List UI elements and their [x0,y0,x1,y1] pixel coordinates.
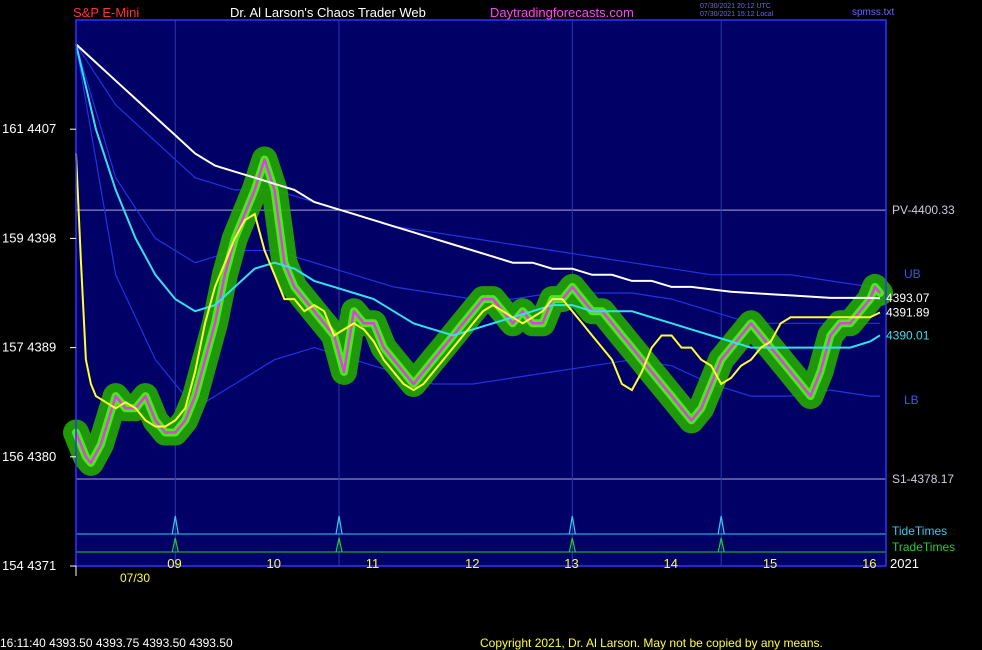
value-label-1: 4391.89 [886,306,930,320]
year-label: 2021 [890,556,919,571]
site-link[interactable]: Daytradingforecasts.com [490,5,634,20]
utc-time: 07/30/2021 20:12 UTC [700,3,771,10]
x-tick-label-7: 16 [862,556,876,571]
level-label-1: S1-4378.17 [892,472,954,486]
x-tick-label-0: 09 [167,556,181,571]
date-label: 07/30 [120,571,150,585]
trade-times-label: TradeTimes [892,540,955,554]
level-label-0: PV-4400.33 [892,203,955,217]
band-lower-label: LB [904,393,919,407]
x-tick-label-3: 12 [465,556,479,571]
copyright: Copyright 2021, Dr. Al Larson. May not b… [480,636,823,650]
symbol-label: S&P E-Mini [73,5,139,20]
tide-times-label: TideTimes [892,524,947,538]
quote-line: 16:11:40 4393.50 4393.75 4393.50 4393.50 [0,636,233,650]
y-tick-label-3: 156 4380 [2,449,56,464]
y-tick-label-2: 157 4389 [2,340,56,355]
x-tick-label-5: 14 [664,556,678,571]
y-tick-label-4: 154 4371 [2,558,56,573]
value-label-2: 4390.01 [886,328,930,342]
chart-canvas: 161 4407 159 4398 157 4389 156 4380 154 4371… [0,0,982,650]
x-tick-label-2: 11 [366,556,380,571]
y-tick-label-1: 159 4398 [2,230,56,245]
y-tick-label-0: 161 4407 [2,121,56,136]
local-time: 07/30/2021 15:12 Local [700,11,774,18]
chart-title: Dr. Al Larson's Chaos Trader Web [230,5,426,20]
file-name: spmss.txt [852,7,894,18]
x-tick-label-4: 13 [564,556,578,571]
value-label-0: 4393.07 [886,291,930,305]
x-tick-label-1: 10 [267,556,281,571]
band-upper-label: UB [904,267,921,281]
x-tick-label-6: 15 [763,556,777,571]
